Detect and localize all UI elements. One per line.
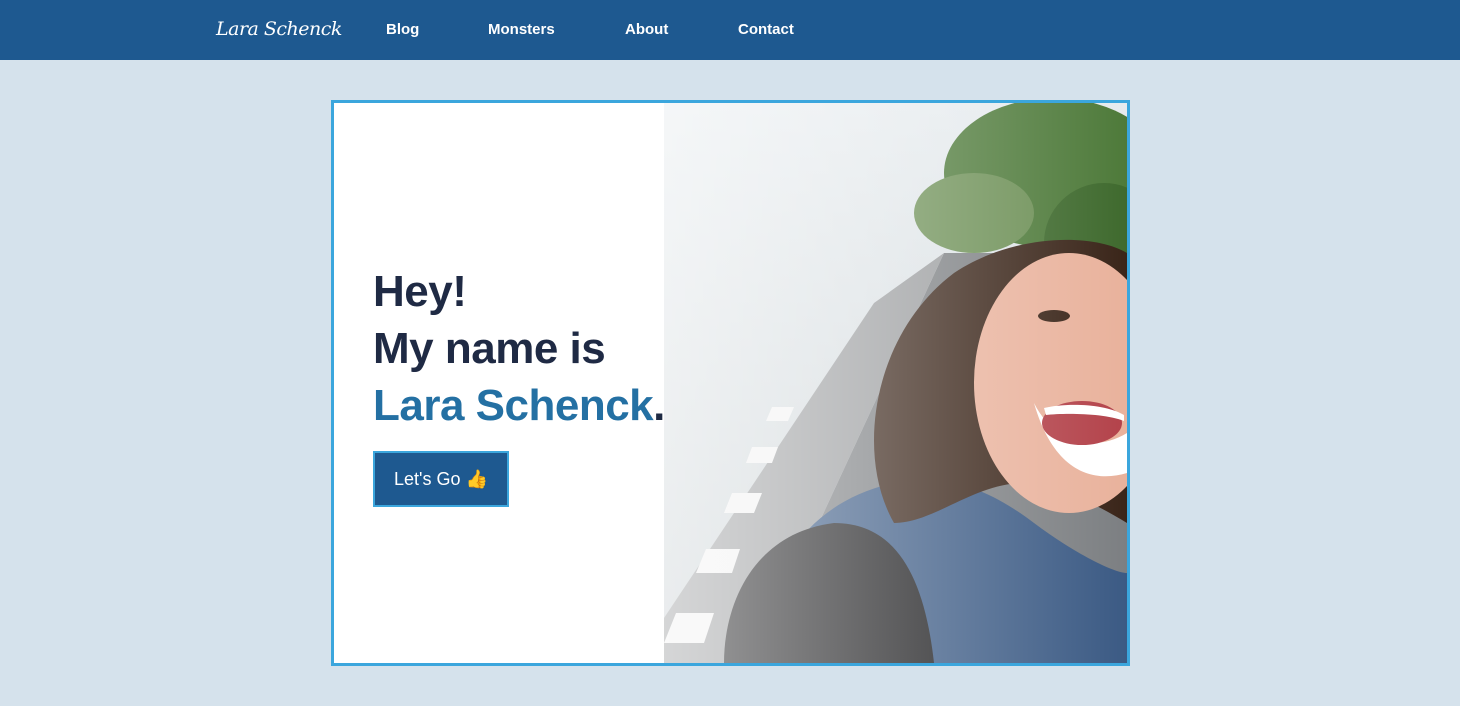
nav-link-monsters[interactable]: Monsters (488, 20, 555, 40)
headline-period: . (653, 381, 665, 430)
headline-name: Lara Schenck (373, 381, 654, 430)
lets-go-button[interactable]: Let's Go 👍 (373, 451, 509, 507)
hero-card: Hey! My name is Lara Schenck. Let's Go 👍 (331, 100, 1130, 666)
headline-name-line: Lara Schenck. (373, 377, 665, 434)
logo-text: Lara Schenck (216, 18, 342, 40)
lets-go-label: Let's Go (394, 469, 461, 489)
nav-link-blog[interactable]: Blog (386, 20, 419, 40)
hero-headline: Hey! My name is Lara Schenck. (373, 263, 665, 434)
top-navbar: Lara Schenck Blog Monsters About Contact (0, 0, 1460, 60)
headline-greeting: Hey! (373, 267, 467, 316)
signature-logo[interactable]: Lara Schenck (212, 8, 342, 50)
nav-link-about[interactable]: About (625, 20, 668, 40)
headline-intro: My name is (373, 324, 606, 373)
nav-link-contact[interactable]: Contact (738, 20, 794, 40)
thumbs-up-icon: 👍 (465, 469, 488, 489)
